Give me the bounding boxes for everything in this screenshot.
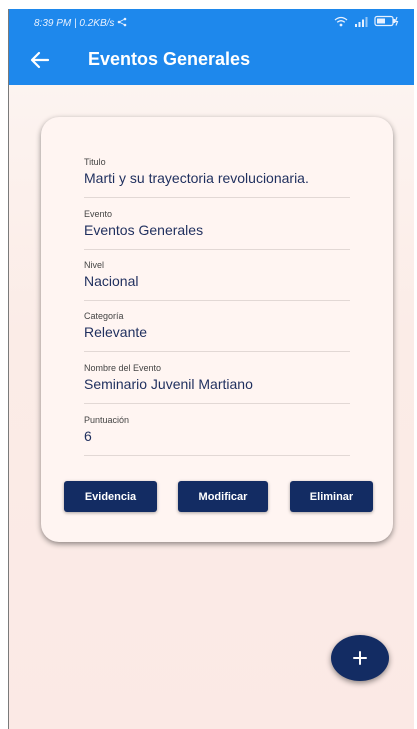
screen: 8:39 PM | 0.2KB/s Eventos Generales Titu…	[8, 9, 414, 729]
evidence-button[interactable]: Evidencia	[64, 481, 157, 512]
field-titulo: Titulo Marti y su trayectoria revolucion…	[84, 157, 350, 198]
status-left: 8:39 PM | 0.2KB/s	[34, 17, 127, 30]
field-value: Marti y su trayectoria revolucionaria.	[84, 170, 309, 186]
status-bar: 8:39 PM | 0.2KB/s	[8, 9, 414, 35]
battery-icon	[374, 15, 400, 30]
field-label: Nivel	[84, 260, 105, 270]
wifi-icon	[334, 16, 348, 30]
field-label: Evento	[84, 209, 113, 219]
add-button[interactable]	[331, 635, 389, 681]
back-arrow-icon	[30, 51, 50, 69]
status-right	[334, 15, 400, 30]
frame-border	[8, 9, 9, 729]
field-value: 6	[84, 428, 92, 444]
field-value: Relevante	[84, 324, 148, 340]
field-nivel: Nivel Nacional	[84, 260, 350, 301]
field-label: Categoría	[84, 311, 124, 321]
field-value: Nacional	[84, 273, 139, 289]
field-label: Titulo	[84, 157, 106, 167]
modify-button[interactable]: Modificar	[178, 481, 268, 512]
field-puntuacion: Puntuación 6	[84, 415, 350, 456]
field-value: Seminario Juvenil Martiano	[84, 376, 253, 392]
back-button[interactable]	[28, 48, 52, 72]
field-label: Nombre del Evento	[84, 363, 162, 373]
field-value: Eventos Generales	[84, 222, 204, 238]
app-bar-title: Eventos Generales	[88, 49, 251, 69]
status-time-speed: 8:39 PM | 0.2KB/s	[34, 18, 115, 29]
share-icon	[117, 17, 127, 30]
signal-icon	[354, 16, 368, 30]
field-nombre-evento: Nombre del Evento Seminario Juvenil Mart…	[84, 363, 350, 404]
field-label: Puntuación	[84, 415, 130, 425]
delete-button[interactable]: Eliminar	[290, 481, 373, 512]
event-detail-card: Titulo Marti y su trayectoria revolucion…	[41, 117, 393, 542]
app-bar: Eventos Generales	[8, 35, 414, 85]
field-evento: Evento Eventos Generales	[84, 209, 350, 250]
plus-icon	[353, 651, 367, 665]
field-categoria: Categoría Relevante	[84, 311, 350, 352]
